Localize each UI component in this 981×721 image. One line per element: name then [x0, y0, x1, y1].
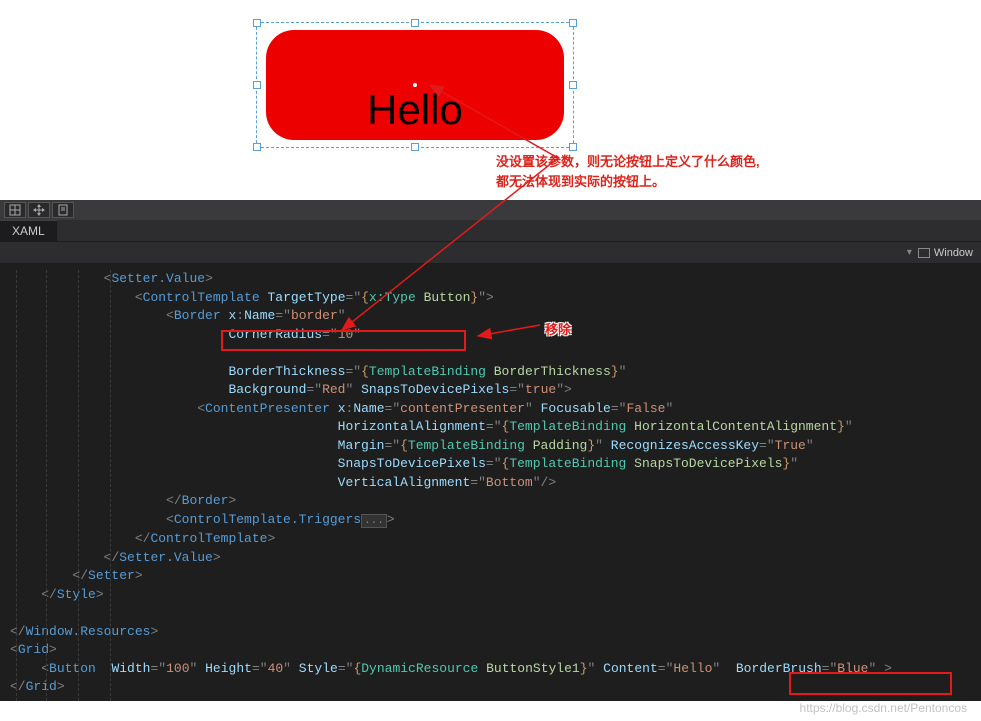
preview-button[interactable]: Hello [266, 30, 564, 140]
breadcrumb-window[interactable]: Window [918, 247, 973, 259]
toolbar-button[interactable] [52, 202, 74, 218]
resize-handle[interactable] [569, 81, 577, 89]
resize-handle[interactable] [253, 19, 261, 27]
resize-handle[interactable] [569, 143, 577, 151]
resize-handle[interactable] [253, 81, 261, 89]
resize-handle[interactable] [253, 143, 261, 151]
toolbar-button[interactable] [4, 202, 26, 218]
designer-toolbar [0, 200, 981, 220]
annotation-text: 没设置该参数，则无论按钮上定义了什么颜色, 都无法体现到实际的按钮上。 [496, 152, 760, 191]
chevron-down-icon[interactable]: ▾ [907, 247, 912, 258]
toolbar-button[interactable] [28, 202, 50, 218]
annotation-highlight-box [789, 672, 952, 695]
editor-tabbar: XAML [0, 220, 981, 242]
designer-surface[interactable]: Hello [0, 0, 981, 200]
annotation-highlight-box [221, 330, 466, 351]
remove-annotation: 移除 [545, 319, 571, 338]
document-icon [57, 204, 69, 216]
resize-handle[interactable] [411, 143, 419, 151]
window-icon [918, 248, 930, 258]
xaml-tab[interactable]: XAML [0, 220, 57, 241]
resize-handle[interactable] [411, 19, 419, 27]
preview-button-label: Hello [367, 86, 463, 134]
code-editor[interactable]: <Setter.Value> <ControlTemplate TargetTy… [0, 264, 981, 701]
arrows-icon [33, 204, 45, 216]
watermark: https://blog.csdn.net/Pentoncos [800, 701, 967, 715]
resize-handle[interactable] [569, 19, 577, 27]
breadcrumb-bar: ▾ Window [0, 242, 981, 264]
grid-icon [9, 204, 21, 216]
center-indicator-icon [413, 83, 417, 87]
